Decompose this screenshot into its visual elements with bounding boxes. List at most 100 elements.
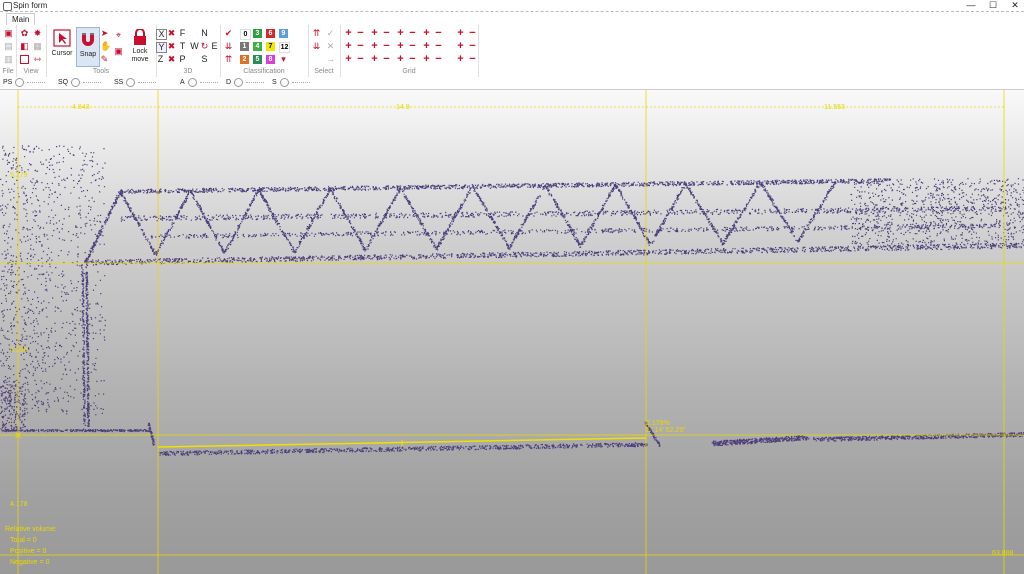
class-8-button[interactable]: 8 bbox=[266, 55, 275, 64]
view-top-button[interactable]: T bbox=[178, 42, 187, 51]
grid-plus-icon[interactable]: + bbox=[456, 41, 465, 52]
class-2-button[interactable]: 2 bbox=[240, 55, 249, 64]
slider-knob-icon[interactable] bbox=[71, 78, 81, 87]
grid-plus-icon[interactable]: + bbox=[370, 28, 379, 39]
grid-plus-icon[interactable]: + bbox=[370, 54, 379, 65]
axis-z-button[interactable]: Z bbox=[156, 55, 165, 64]
view-south-button[interactable]: S bbox=[200, 55, 209, 64]
check-all-icon[interactable]: ✔ bbox=[224, 29, 233, 38]
check-icon[interactable]: ✓ bbox=[326, 29, 335, 38]
filter-s[interactable]: S bbox=[272, 78, 310, 87]
axis-y-button[interactable]: Y bbox=[156, 42, 167, 53]
filter-sq[interactable]: SQ bbox=[58, 78, 102, 87]
class-4-button[interactable]: 4 bbox=[253, 42, 262, 51]
point-cloud-canvas[interactable] bbox=[0, 90, 1024, 574]
sun-icon[interactable]: ✸ bbox=[33, 29, 42, 38]
target-icon[interactable]: ⌖ bbox=[114, 31, 123, 40]
class-6-button[interactable]: 6 bbox=[266, 29, 275, 38]
frame-icon[interactable] bbox=[20, 55, 29, 64]
grid-minus-icon[interactable]: − bbox=[382, 54, 391, 65]
grid-plus-icon[interactable]: + bbox=[344, 41, 353, 52]
check-down-icon[interactable]: ⇊ bbox=[224, 42, 233, 51]
grid-plus-icon[interactable]: + bbox=[396, 41, 405, 52]
class-0-button[interactable]: 0 bbox=[240, 29, 251, 40]
layers-icon[interactable]: ◧ bbox=[20, 42, 29, 51]
class-1-button[interactable]: 1 bbox=[240, 42, 249, 51]
hand-icon[interactable]: ✋ bbox=[100, 42, 111, 51]
grid-plus-icon[interactable]: + bbox=[370, 41, 379, 52]
grid-minus-icon[interactable]: − bbox=[468, 28, 477, 39]
slider-knob-icon[interactable] bbox=[234, 78, 244, 87]
x-mark-icon[interactable]: ✖ bbox=[167, 29, 176, 38]
pointer-icon[interactable]: ➤ bbox=[100, 29, 109, 38]
grid-plus-icon[interactable]: + bbox=[396, 54, 405, 65]
grid-minus-icon[interactable]: − bbox=[408, 28, 417, 39]
clear-icon[interactable]: ✕ bbox=[326, 42, 335, 51]
class-9-button[interactable]: 9 bbox=[279, 29, 288, 38]
grid-minus-icon[interactable]: − bbox=[468, 54, 477, 65]
open-icon[interactable]: ▤ bbox=[4, 42, 13, 51]
rotate-icon[interactable]: ↻ bbox=[200, 42, 209, 51]
box-icon[interactable]: ▣ bbox=[114, 47, 123, 56]
grid-view-icon[interactable]: ▦ bbox=[33, 42, 42, 51]
filter-ss[interactable]: SS bbox=[114, 78, 157, 87]
filter-d[interactable]: D bbox=[226, 78, 265, 87]
grid-minus-icon[interactable]: − bbox=[434, 54, 443, 65]
grid-minus-icon[interactable]: − bbox=[434, 28, 443, 39]
filter-a[interactable]: A bbox=[180, 78, 218, 87]
grid-plus-icon[interactable]: + bbox=[344, 28, 353, 39]
view-north-button[interactable]: N bbox=[200, 29, 209, 38]
lock-move-button[interactable]: Lock move bbox=[128, 28, 152, 64]
class-7-button[interactable]: 7 bbox=[266, 42, 275, 51]
grid-minus-icon[interactable]: − bbox=[434, 41, 443, 52]
fit-width-icon[interactable]: ⇿ bbox=[33, 55, 42, 64]
class-12-button[interactable]: 12 bbox=[279, 42, 290, 53]
grid-minus-icon[interactable]: − bbox=[382, 41, 391, 52]
arrow-right-icon[interactable]: → bbox=[326, 55, 335, 64]
slider-knob-icon[interactable] bbox=[187, 78, 197, 87]
close-button[interactable]: ✕ bbox=[1010, 0, 1020, 11]
view-front-button[interactable]: F bbox=[178, 29, 187, 38]
x-mark-icon[interactable]: ✖ bbox=[167, 42, 176, 51]
grid-minus-icon[interactable]: − bbox=[408, 41, 417, 52]
snap-button[interactable]: Snap bbox=[76, 27, 100, 67]
view-perspective-button[interactable]: P bbox=[178, 55, 187, 64]
axis-x-button[interactable]: X bbox=[156, 29, 167, 40]
pen-icon[interactable]: ✎ bbox=[100, 55, 109, 64]
filter-ps[interactable]: PS bbox=[3, 78, 46, 87]
class-3-button[interactable]: 3 bbox=[253, 29, 262, 38]
grid-minus-icon[interactable]: − bbox=[356, 41, 365, 52]
grid-minus-icon[interactable]: − bbox=[356, 54, 365, 65]
palette-icon[interactable]: ✿ bbox=[20, 29, 29, 38]
grid-plus-icon[interactable]: + bbox=[422, 41, 431, 52]
grid-minus-icon[interactable]: − bbox=[382, 28, 391, 39]
tab-main[interactable]: Main bbox=[6, 13, 36, 25]
point-cloud-viewport[interactable]: ✕ 4.843 14.9 11.553 5.279 5.295 4.178 63… bbox=[0, 90, 1024, 574]
group-label-file: File bbox=[2, 68, 14, 75]
grid-plus-icon[interactable]: + bbox=[422, 54, 431, 65]
grid-plus-icon[interactable]: + bbox=[422, 28, 431, 39]
view-west-button[interactable]: W bbox=[190, 42, 199, 51]
cursor-button[interactable]: Cursor bbox=[50, 29, 74, 58]
view-east-button[interactable]: E bbox=[210, 42, 219, 51]
grid-plus-icon[interactable]: + bbox=[344, 54, 353, 65]
export-icon[interactable]: ▥ bbox=[4, 55, 13, 64]
grid-plus-icon[interactable]: + bbox=[456, 28, 465, 39]
select-down-icon[interactable]: ⇊ bbox=[312, 42, 321, 51]
chevron-down-icon[interactable]: ▾ bbox=[279, 55, 288, 64]
grid-plus-icon[interactable]: + bbox=[456, 54, 465, 65]
maximize-button[interactable]: ☐ bbox=[988, 0, 998, 11]
x-mark-icon[interactable]: ✖ bbox=[167, 55, 176, 64]
class-5-button[interactable]: 5 bbox=[253, 55, 262, 64]
grid-plus-icon[interactable]: + bbox=[396, 28, 405, 39]
save-icon[interactable]: ▣ bbox=[4, 29, 13, 38]
grid-minus-icon[interactable]: − bbox=[356, 28, 365, 39]
slider-knob-icon[interactable] bbox=[15, 78, 25, 87]
grid-minus-icon[interactable]: − bbox=[408, 54, 417, 65]
select-up-icon[interactable]: ⇈ bbox=[312, 29, 321, 38]
check-up-icon[interactable]: ⇈ bbox=[224, 55, 233, 64]
minimize-button[interactable]: — bbox=[966, 0, 976, 11]
slider-knob-icon[interactable] bbox=[279, 78, 289, 87]
slider-knob-icon[interactable] bbox=[126, 78, 136, 87]
grid-minus-icon[interactable]: − bbox=[468, 41, 477, 52]
